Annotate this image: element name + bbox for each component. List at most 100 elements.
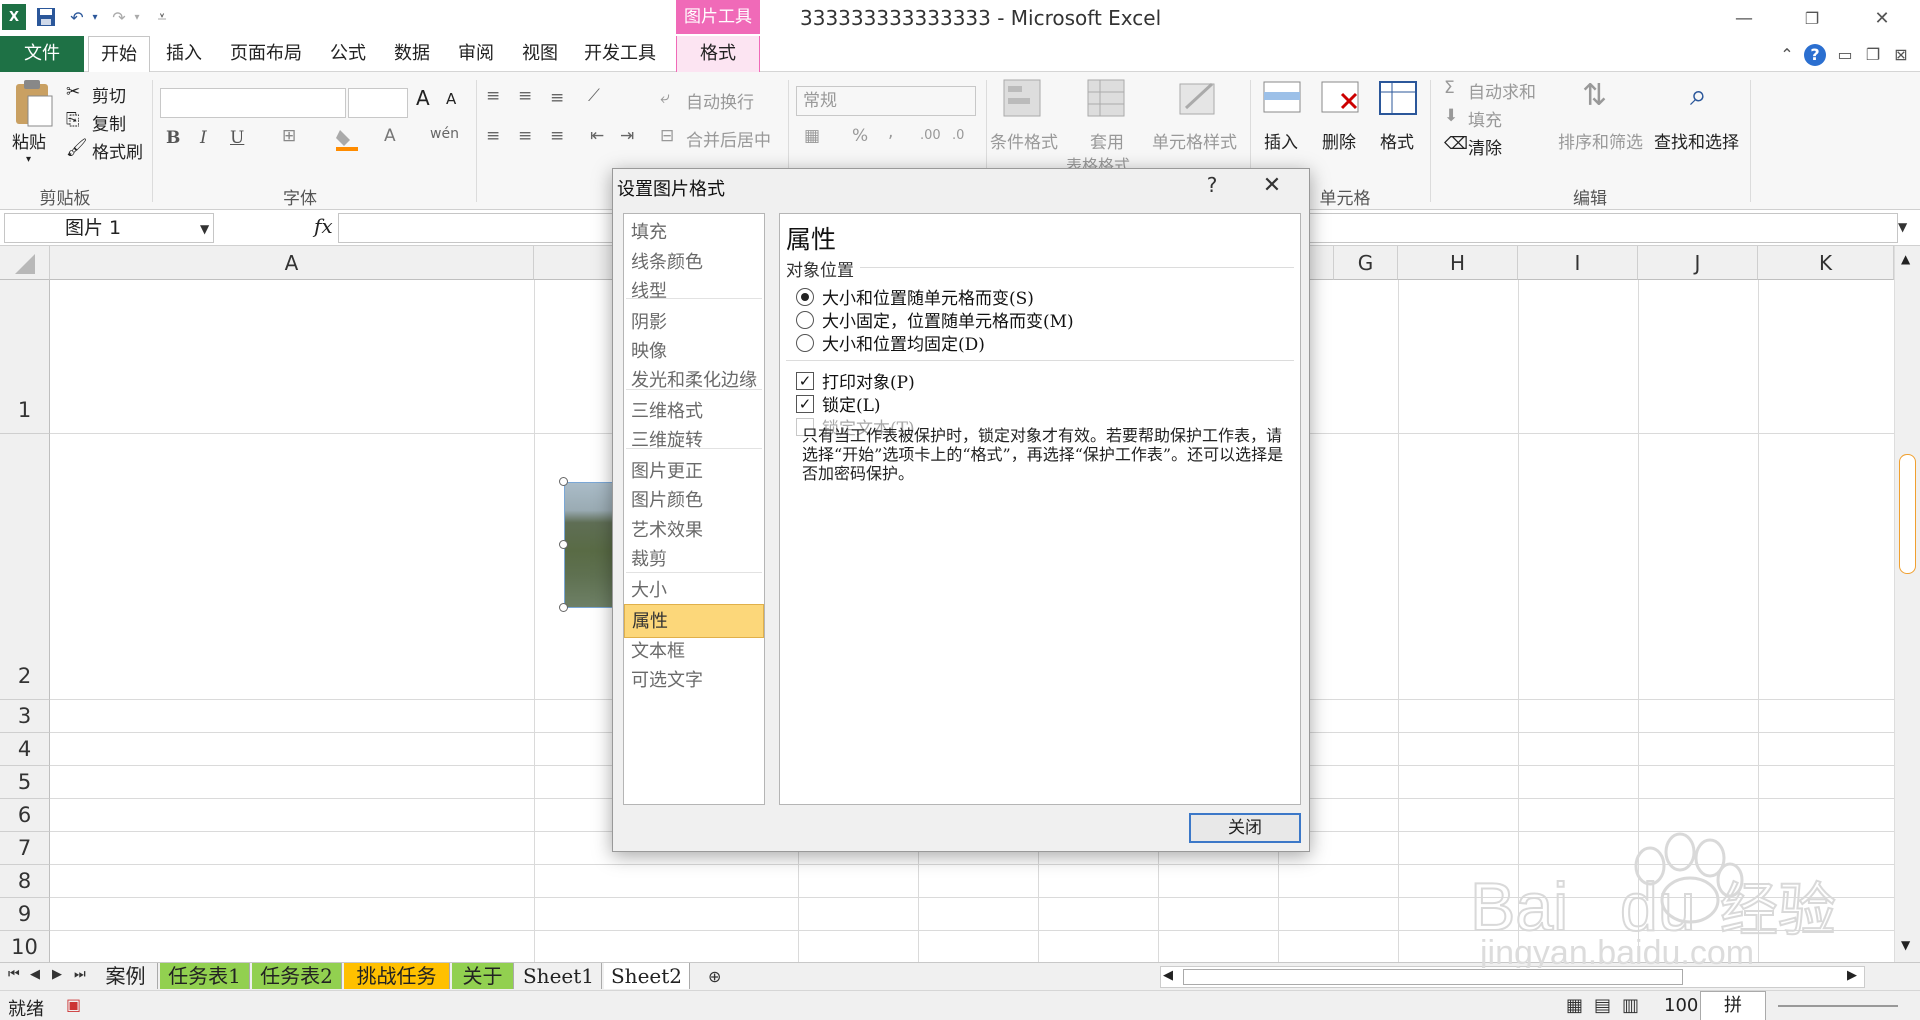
checkbox-print-object[interactable]: ✓ 打印对象(P) [796,368,915,393]
page-break-view-icon[interactable]: ▥ [1622,995,1639,1016]
nav-item[interactable]: 图片颜色 [624,484,764,518]
column-header-A[interactable]: A [50,246,534,280]
tab-view[interactable]: 视图 [514,36,566,72]
nav-item[interactable]: 发光和柔化边缘 [624,364,764,398]
copy-button[interactable]: 复制 [92,110,126,135]
macro-record-icon[interactable]: ▣ [66,995,81,1014]
paste-dropdown-icon[interactable]: ▾ [26,154,31,165]
checkbox[interactable]: ✓ [796,394,814,413]
sheet-tab[interactable]: Sheet2 [604,963,690,989]
insert-sheet-icon[interactable]: ⊕ [708,967,721,986]
font-color-button[interactable]: A [384,126,396,146]
vertical-scroll-thumb[interactable] [1899,454,1916,574]
clear-icon[interactable]: ⌫ [1444,134,1468,154]
column-header-K[interactable]: K [1758,246,1894,280]
align-right-icon[interactable]: ≡ [550,126,564,146]
fill-color-icon[interactable] [334,126,360,157]
format-painter-button[interactable]: 格式刷 [92,138,143,163]
scroll-up-icon[interactable]: ▲ [1901,252,1910,266]
delete-cells-icon[interactable] [1320,78,1360,118]
nav-item[interactable]: 线型 [624,275,764,309]
resize-handle[interactable] [559,603,568,612]
row-header-10[interactable]: 10 [0,931,50,962]
fill-icon[interactable]: ⬇ [1444,106,1458,126]
page-layout-view-icon[interactable]: ▤ [1594,995,1611,1016]
accounting-format-icon[interactable]: ▦ [804,126,820,146]
phonetic-button[interactable]: wén [430,126,459,142]
font-size-combo[interactable] [348,88,408,118]
ime-mode[interactable]: 拼 [1700,991,1766,1020]
first-sheet-icon[interactable]: ⏮ [8,967,20,982]
tab-home[interactable]: 开始 [88,36,150,73]
column-header-J[interactable]: J [1638,246,1758,280]
sheet-tab[interactable]: 关于 [452,963,514,989]
prev-sheet-icon[interactable]: ◀ [30,967,40,982]
name-box[interactable]: 图片 1 [4,213,214,243]
tab-picture-format[interactable]: 格式 [676,36,760,72]
increase-indent-icon[interactable]: ⇥ [620,126,634,146]
orientation-icon[interactable]: ⟋ [588,86,600,106]
radio-button[interactable] [796,287,814,306]
horizontal-scrollbar[interactable]: ◀ ▶ [1160,966,1865,988]
align-middle-icon[interactable]: ≡ [518,86,532,106]
sort-filter-icon[interactable]: ⇅ [1582,78,1607,113]
help-icon[interactable]: ? [1804,44,1826,66]
copy-icon[interactable]: ⎘ [66,110,80,130]
borders-icon[interactable]: ⊞ [282,126,296,146]
cut-icon[interactable]: ✂ [66,82,80,102]
nav-item[interactable]: 大小 [624,574,764,608]
last-sheet-icon[interactable]: ⏭ [74,967,86,982]
format-as-table-button[interactable]: 套用 [1090,128,1124,153]
cell-styles-button[interactable]: 单元格样式 [1152,128,1237,153]
align-center-icon[interactable]: ≡ [518,126,532,146]
restore-icon[interactable]: ❐ [1798,8,1826,30]
autosum-button[interactable]: 自动求和 [1468,78,1536,103]
underline-button[interactable]: U [230,128,244,148]
sheet-tab[interactable]: 案例 [94,963,158,989]
format-painter-icon[interactable]: 🖌 [66,138,88,158]
format-cells-icon[interactable] [1378,78,1418,118]
align-top-icon[interactable]: ≡ [486,86,500,106]
wrap-text-button[interactable]: 自动换行 [686,88,754,113]
resize-handle[interactable] [559,540,568,549]
tab-insert[interactable]: 插入 [158,36,210,72]
dialog-help-button[interactable]: ? [1197,173,1227,201]
sheet-tab[interactable]: 任务表1 [160,963,250,989]
tab-formulas[interactable]: 公式 [322,36,374,72]
checkbox-locked[interactable]: ✓ 锁定(L) [796,391,881,416]
expand-formula-bar-icon[interactable]: ▼ [1898,220,1907,234]
name-box-dropdown-icon[interactable]: ▼ [200,222,209,236]
undo-dropdown-icon[interactable]: ▾ [88,4,102,30]
merge-icon[interactable]: ⊟ [660,126,674,146]
cell-styles-icon[interactable] [1178,78,1218,118]
scroll-right-icon[interactable]: ▶ [1847,968,1857,983]
save-icon[interactable] [34,4,58,30]
paste-icon[interactable] [12,78,56,128]
comma-button[interactable]: , [888,122,893,142]
row-header-2[interactable]: 2 [0,434,50,700]
paste-button[interactable]: 粘贴 [12,128,46,153]
redo-icon[interactable]: ↷ [108,4,130,30]
excel-app-icon[interactable]: X [2,4,26,30]
next-sheet-icon[interactable]: ▶ [52,967,62,982]
minimize-icon[interactable]: — [1730,8,1758,30]
dialog-close-icon[interactable]: ✕ [1255,173,1289,201]
radio-move-no-size[interactable]: 大小固定，位置随单元格而变(M) [796,307,1074,332]
conditional-format-icon[interactable] [1002,78,1042,118]
insert-function-button[interactable]: fx [314,214,333,238]
merge-center-button[interactable]: 合并后居中 [686,126,771,151]
zoom-level[interactable]: 100 [1664,995,1698,1016]
row-header-8[interactable]: 8 [0,865,50,898]
nav-item[interactable]: 三维旋转 [624,424,764,458]
cut-button[interactable]: 剪切 [92,82,126,107]
sort-filter-button[interactable]: 排序和筛选 [1558,128,1643,153]
close-button[interactable]: 关闭 [1189,813,1301,843]
undo-icon[interactable]: ↶ [66,4,88,30]
delete-cells-button[interactable]: 删除 [1322,128,1356,153]
bold-button[interactable]: B [166,128,180,148]
nav-item[interactable]: 填充 [624,216,764,250]
row-header-1[interactable]: 1 [0,280,50,434]
insert-cells-icon[interactable] [1262,78,1302,118]
number-format-combo[interactable]: 常规 [796,86,976,116]
minimize-ribbon-icon[interactable]: ⌃ [1776,44,1798,66]
